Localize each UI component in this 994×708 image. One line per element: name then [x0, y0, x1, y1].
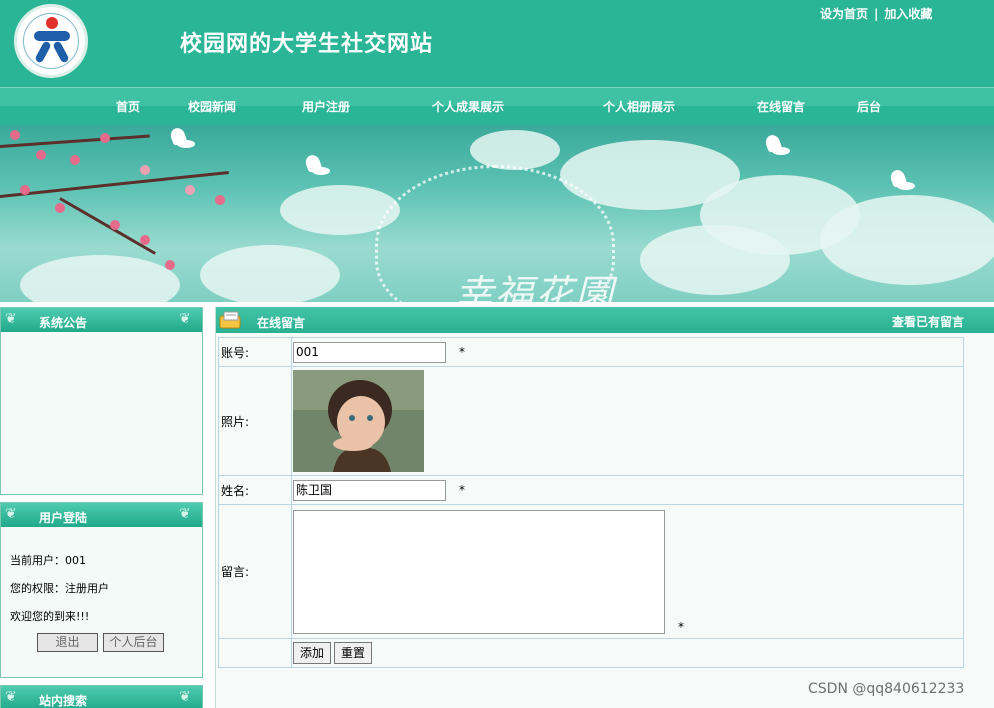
message-panel: 在线留言 查看已有留言 账号: 001 * 照片: 姓名: 陈卫国 * 留言: … [215, 307, 994, 708]
login-header: ❦ 用户登陆 ❦ [1, 503, 202, 527]
logout-button[interactable]: 退出 [37, 633, 98, 652]
required-mark: * [678, 619, 684, 634]
user-photo [293, 370, 424, 472]
note-book-icon [219, 311, 241, 329]
top-links: 设为首页 | 加入收藏 [820, 5, 932, 22]
welcome-text: 欢迎您的到来!!! [10, 610, 90, 623]
message-label: 留言: [218, 504, 292, 639]
required-mark: * [459, 482, 465, 497]
permission-value: 注册用户 [65, 582, 109, 595]
banner-text: 幸福花園 [455, 272, 616, 302]
ornament-icon: ❦ [5, 311, 17, 327]
site-search-box: ❦ 站内搜索 ❦ [0, 685, 203, 708]
site-title: 校园网的大学生社交网站 [180, 31, 434, 57]
top-links-separator: | [874, 7, 879, 21]
nav-item-achievements[interactable]: 个人成果展示 [432, 98, 504, 115]
name-label: 姓名: [218, 475, 292, 505]
buttons-row: 添加 重置 [218, 638, 964, 668]
name-row: 姓名: 陈卫国 * [218, 475, 964, 505]
message-panel-header: 在线留言 查看已有留言 [216, 307, 994, 333]
login-box: ❦ 用户登陆 ❦ 当前用户：001 您的权限：注册用户 欢迎您的到来!!! 退出… [0, 502, 203, 678]
submit-button[interactable]: 添加 [293, 642, 332, 664]
name-input[interactable]: 陈卫国 [293, 479, 446, 501]
announcement-box: ❦ 系统公告 ❦ [0, 307, 203, 495]
nav-item-campus-news[interactable]: 校园新闻 [188, 98, 236, 115]
account-label: 账号: [218, 337, 292, 367]
ornament-icon: ❦ [179, 506, 191, 522]
dove-icon [760, 133, 800, 161]
dove-icon [300, 153, 340, 181]
message-row: 留言: * [218, 504, 964, 639]
nav-item-messages[interactable]: 在线留言 [757, 98, 805, 115]
permission-line: 您的权限：注册用户 [10, 580, 109, 596]
current-user-value: 001 [65, 554, 86, 567]
site-search-title: 站内搜索 [39, 694, 88, 708]
login-title: 用户登陆 [39, 511, 88, 525]
account-input[interactable]: 001 [293, 341, 446, 363]
site-header: 校园网的大学生社交网站 设为首页 | 加入收藏 [0, 0, 994, 87]
site-search-header: ❦ 站内搜索 ❦ [1, 686, 202, 708]
nav-item-admin[interactable]: 后台 [857, 98, 881, 115]
ornament-icon: ❦ [5, 689, 17, 705]
required-mark: * [459, 344, 465, 359]
message-form: 账号: 001 * 照片: 姓名: 陈卫国 * 留言: * 添加 重置 [218, 337, 964, 668]
child-portrait-icon [293, 370, 424, 472]
announcement-title: 系统公告 [39, 316, 88, 330]
photo-row: 照片: [218, 366, 964, 476]
personal-admin-button[interactable]: 个人后台 [103, 633, 164, 652]
announcement-header: ❦ 系统公告 ❦ [1, 308, 202, 332]
current-user-label: 当前用户： [10, 554, 65, 567]
add-favorite-link[interactable]: 加入收藏 [884, 7, 932, 21]
reset-button[interactable]: 重置 [334, 642, 373, 664]
nav-item-album[interactable]: 个人相册展示 [603, 98, 675, 115]
ornament-icon: ❦ [179, 311, 191, 327]
banner-image: 幸福花園 [0, 125, 994, 302]
photo-label: 照片: [218, 366, 292, 476]
message-panel-title: 在线留言 [257, 316, 306, 330]
dove-icon [885, 168, 925, 196]
dove-icon [165, 126, 205, 154]
nav-item-register[interactable]: 用户注册 [302, 98, 350, 115]
permission-label: 您的权限： [10, 582, 65, 595]
watermark: CSDN @qq840612233 [808, 681, 965, 697]
main-nav: 首页 校园新闻 用户注册 个人成果展示 个人相册展示 在线留言 后台 [0, 87, 994, 125]
current-user-line: 当前用户：001 [10, 552, 86, 568]
message-textarea[interactable] [293, 509, 665, 634]
set-home-link[interactable]: 设为首页 [820, 7, 868, 21]
ornament-icon: ❦ [5, 506, 17, 522]
account-row: 账号: 001 * [218, 337, 964, 367]
ornament-icon: ❦ [179, 689, 191, 705]
view-messages-link[interactable]: 查看已有留言 [892, 313, 964, 330]
school-logo-icon [14, 4, 88, 78]
nav-item-home[interactable]: 首页 [116, 98, 140, 115]
